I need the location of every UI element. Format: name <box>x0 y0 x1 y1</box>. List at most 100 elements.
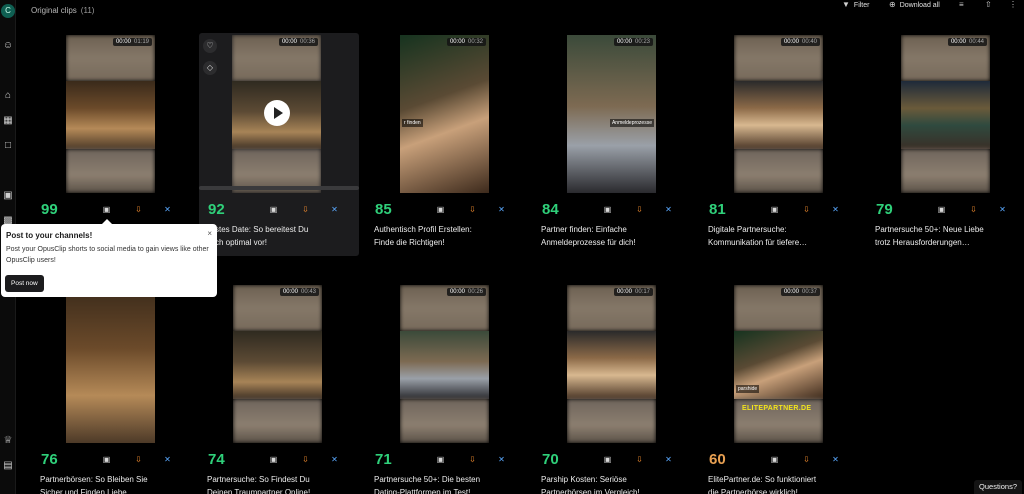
clip-card-4[interactable]: Anmeldeprozesse 00:00 00:23 84 ▣ ⇩ ✕ Part… <box>533 33 693 258</box>
clip-title[interactable]: Authentisch Profil Erstellen: Finde die … <box>374 224 524 249</box>
download-icon[interactable]: ⇩ <box>801 454 812 465</box>
download-all-label: Download all <box>899 2 940 9</box>
clip-title[interactable]: Partner finden: Einfache Anmeldeprozesse… <box>541 224 691 249</box>
upload-icon[interactable]: ⇧ <box>985 0 996 10</box>
edit-clip-icon[interactable]: ✕ <box>663 204 674 215</box>
download-icon: ⊕ <box>889 0 896 9</box>
download-icon[interactable]: ⇩ <box>300 204 311 215</box>
edit-clip-icon[interactable]: ✕ <box>329 454 340 465</box>
folder-icon[interactable]: □ <box>2 140 14 152</box>
schedule-icon[interactable]: ▣ <box>602 454 613 465</box>
schedule-icon[interactable]: ▣ <box>101 204 112 215</box>
duration-badge: 00:00 00:40 <box>780 38 820 46</box>
edit-clip-icon[interactable]: ✕ <box>830 204 841 215</box>
clip-card-11[interactable]: parshide ELITEPARTNER.DE 00:00 00:37 60 ▣… <box>700 283 860 494</box>
virality-score: 74 <box>208 451 225 468</box>
download-icon[interactable]: ⇩ <box>801 204 812 215</box>
schedule-icon[interactable]: ▣ <box>435 454 446 465</box>
clip-thumbnail[interactable]: 00:00 01:19 <box>66 35 155 193</box>
clip-thumbnail[interactable]: 00:00 00:43 <box>233 285 322 443</box>
clip-card-2[interactable]: 00:00 00:36 ♡ ◇ 92 ▣ ⇩ ✕ …stes Date: So b… <box>199 33 359 256</box>
schedule-icon[interactable]: ▣ <box>936 204 947 215</box>
clip-card-10[interactable]: 00:00 00:17 70 ▣ ⇩ ✕ Parship Kosten: Seri… <box>533 283 693 494</box>
virality-score: 85 <box>375 201 392 218</box>
edit-clip-icon[interactable]: ✕ <box>997 204 1008 215</box>
add-person-icon[interactable]: ☺ <box>2 40 14 52</box>
calendar-icon[interactable]: ▣ <box>2 190 14 202</box>
clip-title[interactable]: ElitePartner.de: So funktioniert die Par… <box>708 474 858 494</box>
book-icon[interactable]: ▤ <box>2 460 14 472</box>
clip-title[interactable]: Partnersuche 50+: Neue Liebe trotz Herau… <box>875 224 1023 249</box>
apps-icon[interactable]: ▦ <box>2 115 14 127</box>
download-all-button[interactable]: ⊕ Download all <box>889 0 940 10</box>
clip-count: (11) <box>80 6 95 15</box>
filter-icon: ▼ <box>842 0 850 9</box>
clip-thumbnail[interactable]: 00:00 00:26 <box>400 285 489 443</box>
more-icon[interactable]: ⋮ <box>1009 0 1021 10</box>
clip-title[interactable]: Digitale Partnersuche: Kommunikation für… <box>708 224 858 249</box>
clip-thumbnail[interactable]: 00:00 00:44 <box>901 35 990 193</box>
play-button[interactable] <box>264 100 290 126</box>
clip-card-6[interactable]: 00:00 00:44 79 ▣ ⇩ ✕ Partnersuche 50+: Ne… <box>867 33 1024 258</box>
sort-icon[interactable]: ≡ <box>959 0 968 10</box>
clip-card-3[interactable]: r finden 00:00 00:32 85 ▣ ⇩ ✕ Authentisch… <box>366 33 526 258</box>
download-icon[interactable]: ⇩ <box>300 454 311 465</box>
page-title: Original clips (11) <box>31 6 94 15</box>
edit-clip-icon[interactable]: ✕ <box>663 454 674 465</box>
clip-thumbnail[interactable]: r finden 00:00 00:32 <box>400 35 489 193</box>
edit-clip-icon[interactable]: ✕ <box>162 454 173 465</box>
duration-badge: 00:00 00:36 <box>278 38 318 46</box>
clip-thumbnail[interactable]: Anmeldeprozesse 00:00 00:23 <box>567 35 656 193</box>
clip-title[interactable]: Parship Kosten: Seriöse Partnerbörsen im… <box>541 474 691 494</box>
virality-score: 71 <box>375 451 392 468</box>
close-icon[interactable]: × <box>207 229 212 238</box>
brand-overlay: ELITEPARTNER.DE <box>742 405 812 412</box>
clip-card-9[interactable]: 00:00 00:26 71 ▣ ⇩ ✕ Partnersuche 50+: Di… <box>366 283 526 494</box>
virality-score: 70 <box>542 451 559 468</box>
download-icon[interactable]: ⇩ <box>968 204 979 215</box>
clip-thumbnail[interactable]: 00:00 00:17 <box>567 285 656 443</box>
clip-thumbnail[interactable]: 00:00 00:40 <box>734 35 823 193</box>
edit-clip-icon[interactable]: ✕ <box>830 454 841 465</box>
edit-clip-icon[interactable]: ✕ <box>162 204 173 215</box>
schedule-icon[interactable]: ▣ <box>101 454 112 465</box>
download-icon[interactable]: ⇩ <box>133 204 144 215</box>
user-avatar[interactable]: C <box>1 4 15 18</box>
schedule-icon[interactable]: ▣ <box>769 454 780 465</box>
clip-title[interactable]: Partnersuche 50+: Die besten Dating-Plat… <box>374 474 524 494</box>
tag-icon[interactable]: ◇ <box>203 61 217 75</box>
edit-clip-icon[interactable]: ✕ <box>496 204 507 215</box>
page-title-label: Original clips <box>31 6 77 15</box>
clip-title[interactable]: …stes Date: So bereitest Du …ch optimal … <box>207 224 357 249</box>
download-icon[interactable]: ⇩ <box>467 454 478 465</box>
playback-progress[interactable] <box>199 186 359 190</box>
crown-icon[interactable]: ♕ <box>2 435 14 447</box>
download-icon[interactable]: ⇩ <box>634 204 645 215</box>
questions-button[interactable]: Questions? <box>974 480 1022 494</box>
post-now-button[interactable]: Post now <box>5 275 44 292</box>
edit-clip-icon[interactable]: ✕ <box>329 204 340 215</box>
schedule-icon[interactable]: ▣ <box>769 204 780 215</box>
home-icon[interactable]: ⌂ <box>2 90 14 102</box>
clip-card-8[interactable]: 00:00 00:43 74 ▣ ⇩ ✕ Partnersuche: So Fin… <box>199 283 359 494</box>
filter-button[interactable]: ▼ Filter <box>842 0 869 10</box>
download-icon[interactable]: ⇩ <box>634 454 645 465</box>
schedule-icon[interactable]: ▣ <box>602 204 613 215</box>
schedule-icon[interactable]: ▣ <box>435 204 446 215</box>
favorite-icon[interactable]: ♡ <box>203 39 217 53</box>
schedule-icon[interactable]: ▣ <box>268 454 279 465</box>
clip-card-7[interactable]: 76 ▣ ⇩ ✕ Partnerbörsen: So Bleiben Sie S… <box>32 283 192 494</box>
clip-thumbnail[interactable]: 00:00 00:36 <box>232 35 321 193</box>
virality-score: 79 <box>876 201 893 218</box>
schedule-icon[interactable]: ▣ <box>268 204 279 215</box>
clip-thumbnail[interactable] <box>66 285 155 443</box>
duration-badge: 00:00 00:43 <box>279 288 319 296</box>
clip-title[interactable]: Partnersuche: So Findest Du Deinen Traum… <box>207 474 357 494</box>
virality-score: 84 <box>542 201 559 218</box>
clip-title[interactable]: Partnerbörsen: So Bleiben Sie Sicher und… <box>40 474 190 494</box>
clip-card-5[interactable]: 00:00 00:40 81 ▣ ⇩ ✕ Digitale Partnersuch… <box>700 33 860 258</box>
edit-clip-icon[interactable]: ✕ <box>496 454 507 465</box>
download-icon[interactable]: ⇩ <box>467 204 478 215</box>
download-icon[interactable]: ⇩ <box>133 454 144 465</box>
clip-thumbnail[interactable]: parshide ELITEPARTNER.DE 00:00 00:37 <box>734 285 823 443</box>
